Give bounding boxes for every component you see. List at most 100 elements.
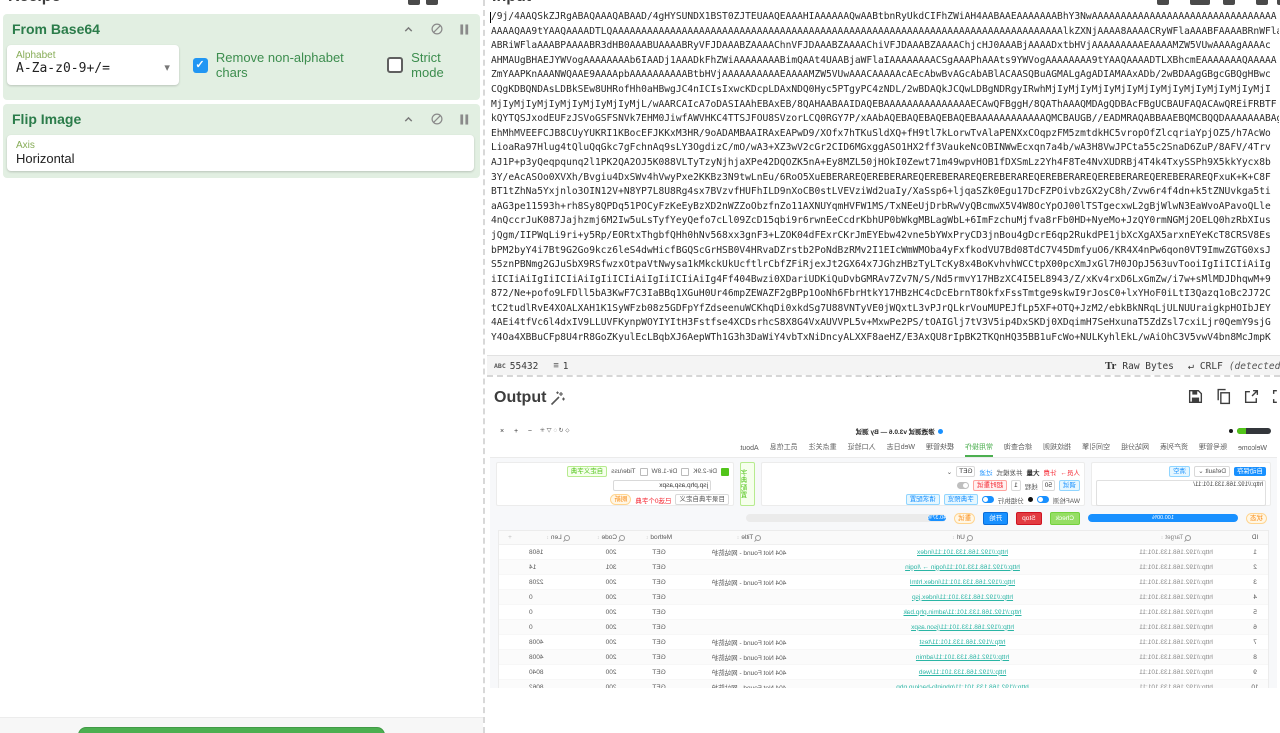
mini-column-header[interactable]: Code↕ — [587, 534, 635, 541]
mini-request-config-button[interactable]: 请求配置 — [906, 494, 940, 505]
collapse-icon[interactable] — [402, 23, 415, 36]
alphabet-select[interactable]: Alphabet A-Za-z0-9+/= ▾ — [7, 45, 179, 85]
checkbox-checked-icon[interactable] — [193, 58, 208, 73]
search-icon[interactable] — [967, 535, 973, 541]
mini-clear-button[interactable]: 清空 — [1169, 466, 1190, 477]
strict-mode-checkbox[interactable]: Strict mode — [387, 50, 474, 80]
mini-user-link[interactable]: 人员→ — [1061, 467, 1081, 477]
mini-dict-checkbox[interactable] — [640, 468, 648, 476]
mini-timeout-button[interactable]: 超时重试 — [973, 480, 1007, 491]
mini-method-input[interactable]: GET — [956, 466, 975, 477]
mini-dict-checkbox-checked[interactable] — [721, 468, 729, 476]
mini-url-link[interactable]: http://192.168.133.101:11/test — [815, 639, 1110, 646]
mini-nav-tab[interactable]: 账号管理 — [1199, 442, 1227, 457]
mini-dir-dict-button[interactable]: 目录字典自定义 — [676, 494, 730, 505]
text-encoding-icon[interactable]: Tr — [1105, 360, 1116, 372]
sort-icon[interactable]: ↕ — [737, 535, 740, 541]
mini-start-button[interactable]: 开始 — [983, 512, 1008, 525]
save-output-icon[interactable] — [1187, 388, 1204, 405]
eol-icon[interactable]: ↵ — [1188, 361, 1194, 372]
mini-nav-tab[interactable]: 重点关注 — [809, 442, 837, 457]
mini-url-textarea[interactable]: http://192.168.133.101:11/ — [1096, 480, 1266, 506]
mini-url-link[interactable]: http://192.168.133.101:11/phpinfo-backup… — [815, 684, 1110, 689]
mini-pay-link[interactable]: 计费 — [1044, 467, 1057, 477]
sort-icon[interactable]: ↕ — [1161, 535, 1164, 541]
mini-url-link[interactable]: http://192.168.133.101:11/json.aspx — [815, 624, 1110, 631]
magic-wand-icon[interactable] — [549, 390, 566, 412]
sort-icon[interactable]: ↕ — [546, 535, 549, 541]
operation-flip-image[interactable]: Flip Image Axis Horizontal — [3, 104, 480, 178]
mini-nav-tab[interactable]: 员工信息 — [770, 442, 798, 457]
mini-column-header[interactable]: Url↕ — [815, 534, 1110, 541]
sort-icon[interactable]: ↕ — [597, 535, 600, 541]
sort-icon[interactable]: ↕ — [646, 535, 649, 541]
mini-column-header[interactable]: Target↕ — [1110, 534, 1242, 541]
mini-nav-tab[interactable]: Welcome — [1238, 445, 1267, 457]
mini-refresh-button[interactable]: 刷新 — [610, 494, 631, 505]
mini-column-header[interactable]: Len↕ — [521, 534, 587, 541]
breakpoint-icon[interactable] — [459, 113, 470, 126]
mini-thread-input[interactable]: 50 — [1042, 480, 1055, 491]
mini-dict-checkbox[interactable] — [681, 468, 689, 476]
mini-nav-tab[interactable]: Web日志 — [887, 442, 915, 457]
mini-nav-tab[interactable]: 模块管理 — [926, 442, 954, 457]
mini-nav-tab[interactable]: 常用操作 — [965, 442, 993, 457]
breakpoint-icon[interactable] — [459, 23, 470, 36]
mini-custom-dict-button[interactable]: 自定义字典 — [567, 466, 608, 477]
axis-select[interactable]: Axis Horizontal — [7, 135, 474, 171]
mini-debug-button[interactable]: 调试 — [1059, 480, 1080, 491]
open-in-new-tab-icon[interactable] — [1243, 388, 1260, 405]
search-icon[interactable] — [1185, 535, 1191, 541]
mini-dict-preview-button[interactable]: 字典预览 — [944, 494, 978, 505]
operation-from-base64[interactable]: From Base64 Alphabet A-Za-z0-9+/= ▾ Remo… — [3, 14, 480, 100]
mini-filter-link[interactable]: 过滤 — [980, 467, 993, 477]
mini-url-link[interactable]: http://192.168.133.101:11/web — [815, 669, 1110, 676]
chevron-down-icon[interactable]: ⌄ — [947, 468, 952, 476]
mini-nav-tab[interactable]: 空间引擎 — [1082, 442, 1110, 457]
mini-profile-select[interactable]: Default ⌄ — [1194, 466, 1230, 477]
mini-url-link[interactable]: http://192.168.133.101:11/login → /login — [815, 564, 1110, 571]
encoding-value[interactable]: Raw Bytes — [1122, 361, 1173, 372]
search-icon[interactable] — [619, 535, 625, 541]
mini-url-link[interactable]: http://192.168.133.101:11/index.html — [815, 579, 1110, 586]
mini-nav-tab[interactable]: About — [740, 445, 758, 457]
disable-icon[interactable] — [430, 22, 444, 36]
mini-save-button[interactable]: 自动保存 — [1234, 467, 1266, 476]
mini-column-header[interactable]: ID — [1242, 534, 1268, 541]
collapse-icon[interactable] — [402, 113, 415, 126]
mini-column-header[interactable]: Method↕ — [635, 534, 683, 541]
open-folder-icon[interactable] — [1256, 0, 1268, 5]
search-icon[interactable] — [564, 535, 570, 541]
save-recipe-icon[interactable] — [408, 0, 420, 5]
mini-toggle-off[interactable] — [957, 482, 969, 489]
remove-non-alphabet-checkbox[interactable]: Remove non-alphabet chars — [193, 50, 373, 80]
checkbox-unchecked-icon[interactable] — [387, 57, 403, 73]
maximize-output-icon[interactable] — [1271, 388, 1280, 405]
mini-check-button[interactable]: Check — [1050, 512, 1080, 525]
mini-url-link[interactable]: http://192.168.133.101:11/index — [815, 549, 1110, 556]
mini-url-link[interactable]: http://192.168.133.101:11/index.jsp — [815, 594, 1110, 601]
mini-url-link[interactable]: http://192.168.133.101:11/admin — [815, 654, 1110, 661]
reset-layout-icon[interactable] — [1190, 0, 1210, 5]
disable-icon[interactable] — [430, 112, 444, 126]
mini-url-link[interactable]: http://192.168.133.101:11/admin.php.bak — [815, 609, 1110, 616]
input-textarea[interactable]: /9j/4AAQSkZJRgABAQAAAQABAAD/4gHYSUNDX1BS… — [491, 10, 1279, 354]
open-file-icon[interactable] — [1223, 0, 1235, 5]
mini-stop-button[interactable]: Stop — [1016, 512, 1041, 525]
load-recipe-icon[interactable] — [426, 0, 438, 5]
search-icon[interactable] — [755, 535, 761, 541]
copy-output-icon[interactable] — [1215, 388, 1232, 405]
mini-column-header[interactable]: Title↕ — [683, 534, 815, 541]
mini-waf-toggle[interactable] — [1037, 496, 1049, 503]
mini-nav-tab[interactable]: 资产列表 — [1160, 442, 1188, 457]
mini-nav-tab[interactable]: 入口验证 — [848, 442, 876, 457]
eol-value[interactable]: CRLF — [1200, 361, 1223, 372]
bake-button[interactable]: BAKE! — [78, 727, 385, 733]
clear-io-icon[interactable] — [1157, 0, 1169, 5]
input-pane[interactable]: Input /9j/4AAQSkZJRgABAQAAAQABAAD/4gHYSU… — [487, 0, 1280, 375]
sort-icon[interactable]: ↕ — [952, 535, 955, 541]
mini-nav-tab[interactable]: 网站分组 — [1121, 442, 1149, 457]
mini-group-toggle[interactable] — [982, 496, 994, 503]
mini-retry-input[interactable]: 1 — [1011, 480, 1021, 491]
mini-nav-tab[interactable]: 指纹规则 — [1043, 442, 1071, 457]
